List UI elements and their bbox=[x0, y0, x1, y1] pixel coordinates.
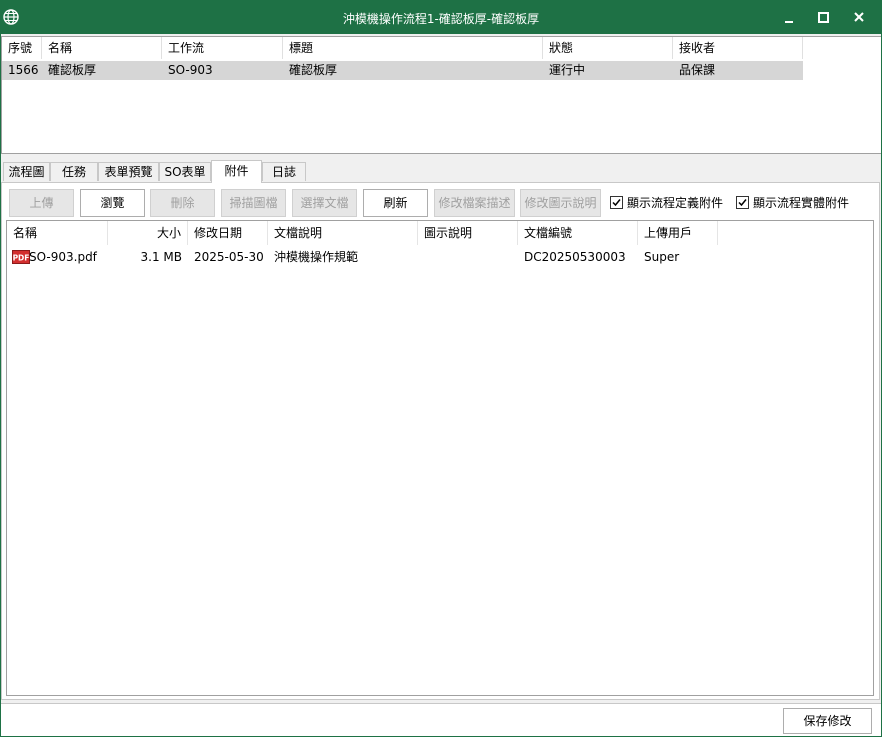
column-header[interactable]: 狀態 bbox=[543, 37, 673, 59]
attachments-panel: 上傳 瀏覽 刪除 掃描圖檔 選擇文檔 刷新 修改檔案描述 修改圖示說明 顯示流程… bbox=[1, 182, 880, 700]
scan-button[interactable]: 掃描圖檔 bbox=[221, 189, 286, 217]
delete-button[interactable]: 刪除 bbox=[150, 189, 215, 217]
column-header[interactable]: 標題 bbox=[283, 37, 543, 59]
edit-file-description-button[interactable]: 修改檔案描述 bbox=[434, 189, 515, 217]
column-header[interactable]: 修改日期 bbox=[188, 221, 268, 245]
app-window: 沖模機操作流程1-確認板厚-確認板厚 序號 名稱 工作流 標題 狀態 接收者 1… bbox=[0, 0, 882, 737]
file-name: SO-903.pdf bbox=[29, 250, 97, 264]
list-header: 名稱 大小 修改日期 文檔說明 圖示說明 文檔編號 上傳用戶 bbox=[7, 221, 718, 245]
column-header[interactable]: 文檔編號 bbox=[518, 221, 638, 245]
footer-bar: 保存修改 bbox=[1, 703, 881, 736]
show-instance-attachments-checkbox[interactable]: 顯示流程實體附件 bbox=[736, 195, 854, 211]
tab-log[interactable]: 日誌 bbox=[262, 162, 306, 181]
checkbox-checked-icon[interactable] bbox=[736, 196, 749, 209]
tab-form-preview[interactable]: 表單預覽 bbox=[98, 162, 159, 181]
workflow-grid[interactable]: 序號 名稱 工作流 標題 狀態 接收者 1566 確認板厚 SO-903 確認板… bbox=[1, 36, 881, 154]
tab-strip: 流程圖 任務 表單預覽 SO表單 附件 日誌 bbox=[1, 160, 881, 183]
cell-title: 確認板厚 bbox=[289, 63, 338, 77]
column-header[interactable]: 文檔說明 bbox=[268, 221, 418, 245]
minimize-icon[interactable] bbox=[777, 7, 801, 29]
table-row[interactable]: 1566 確認板厚 SO-903 確認板厚 運行中 品保課 bbox=[2, 61, 803, 80]
checkbox-label: 顯示流程實體附件 bbox=[753, 196, 850, 210]
cell-receiver: 品保課 bbox=[679, 63, 716, 77]
checkbox-checked-icon[interactable] bbox=[610, 196, 623, 209]
title-bar: 沖模機操作流程1-確認板厚-確認板厚 bbox=[1, 1, 881, 34]
cell-status: 運行中 bbox=[549, 63, 586, 77]
modified-date: 2025-05-30 bbox=[194, 250, 264, 264]
icon-description bbox=[418, 247, 518, 267]
select-document-button[interactable]: 選擇文檔 bbox=[292, 189, 357, 217]
edit-icon-description-button[interactable]: 修改圖示說明 bbox=[520, 189, 601, 217]
tab-so-form[interactable]: SO表單 bbox=[159, 162, 211, 181]
save-changes-button[interactable]: 保存修改 bbox=[783, 708, 872, 734]
window-title: 沖模機操作流程1-確認板厚-確認板厚 bbox=[342, 12, 540, 26]
column-header[interactable]: 圖示說明 bbox=[418, 221, 518, 245]
column-header[interactable]: 上傳用戶 bbox=[638, 221, 718, 245]
browse-button[interactable]: 瀏覽 bbox=[80, 189, 145, 217]
column-header[interactable]: 工作流 bbox=[162, 37, 283, 59]
document-description: 沖模機操作規範 bbox=[274, 250, 359, 264]
document-number: DC20250530003 bbox=[524, 250, 626, 264]
attachment-list[interactable]: 名稱 大小 修改日期 文檔說明 圖示說明 文檔編號 上傳用戶 PDF SO-90… bbox=[6, 220, 874, 696]
upload-button[interactable]: 上傳 bbox=[9, 189, 74, 217]
uploader: Super bbox=[644, 250, 680, 264]
grid-header: 序號 名稱 工作流 標題 狀態 接收者 bbox=[2, 37, 803, 59]
tab-tasks[interactable]: 任務 bbox=[50, 162, 98, 181]
cell-sequence: 1566 bbox=[8, 63, 39, 77]
tab-flowchart[interactable]: 流程圖 bbox=[3, 162, 50, 181]
column-header[interactable]: 接收者 bbox=[673, 37, 803, 59]
cell-workflow: SO-903 bbox=[168, 63, 213, 77]
column-header[interactable]: 名稱 bbox=[7, 221, 108, 245]
list-item[interactable]: PDF SO-903.pdf 3.1 MB 2025-05-30 沖模機操作規範… bbox=[7, 247, 718, 267]
cell-name: 確認板厚 bbox=[48, 63, 97, 77]
show-definition-attachments-checkbox[interactable]: 顯示流程定義附件 bbox=[610, 195, 728, 211]
maximize-icon[interactable] bbox=[811, 7, 835, 29]
column-header[interactable]: 序號 bbox=[2, 37, 42, 59]
column-header[interactable]: 名稱 bbox=[42, 37, 162, 59]
column-header[interactable]: 大小 bbox=[108, 221, 188, 245]
checkbox-label: 顯示流程定義附件 bbox=[627, 196, 724, 210]
refresh-button[interactable]: 刷新 bbox=[363, 189, 428, 217]
file-size: 3.1 MB bbox=[140, 250, 182, 264]
close-icon[interactable] bbox=[847, 7, 871, 29]
tab-attachments[interactable]: 附件 bbox=[211, 160, 262, 183]
